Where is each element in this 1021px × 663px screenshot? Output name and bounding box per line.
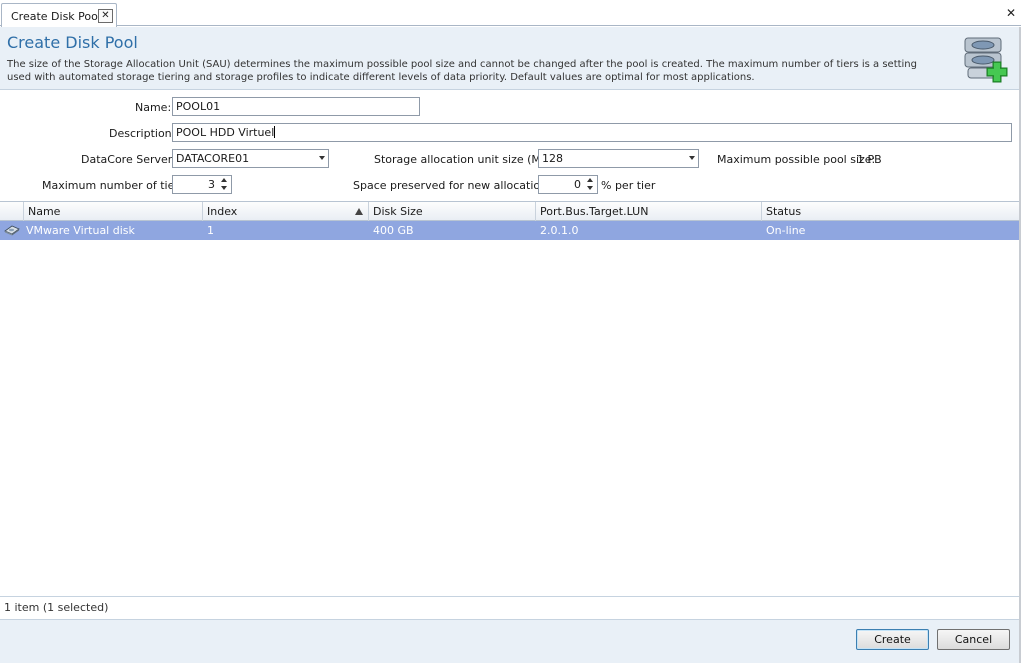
cell-index: 1: [207, 224, 214, 237]
text-caret: [274, 126, 276, 138]
selection-count: 1 item (1 selected): [4, 601, 109, 614]
page-title: Create Disk Pool: [7, 33, 138, 52]
tab-label: Create Disk Pool: [11, 10, 101, 23]
description-label: Description:: [109, 127, 176, 140]
sau-size-value: 128: [542, 152, 563, 165]
space-preserved-value: 0: [574, 178, 581, 191]
space-preserved-stepper[interactable]: 0: [538, 175, 598, 194]
header-banner: Create Disk Pool The size of the Storage…: [0, 27, 1021, 90]
sort-ascending-icon: [355, 208, 363, 215]
chevron-down-icon: [319, 156, 325, 160]
column-status[interactable]: Status: [762, 202, 1021, 221]
create-button[interactable]: Create: [856, 629, 929, 650]
button-bar: Create Cancel: [0, 619, 1021, 663]
status-bar: 1 item (1 selected): [0, 596, 1021, 618]
disk-pool-add-icon: [964, 37, 1008, 83]
space-preserved-label: Space preserved for new allocations:: [353, 179, 557, 192]
cell-name: VMware Virtual disk: [26, 224, 135, 237]
column-location[interactable]: Port.Bus.Target.LUN: [536, 202, 762, 221]
column-index[interactable]: Index: [203, 202, 369, 221]
spin-up-icon[interactable]: [221, 178, 227, 182]
cancel-button[interactable]: Cancel: [937, 629, 1010, 650]
datacore-server-label: DataCore Server:: [81, 153, 176, 166]
cell-disk-size: 400 GB: [373, 224, 414, 237]
tab-strip: Create Disk Pool ✕ ✕: [0, 0, 1021, 27]
spin-down-icon[interactable]: [221, 186, 227, 190]
tab-close-icon[interactable]: ✕: [98, 9, 113, 23]
max-tiers-value: 3: [208, 178, 215, 191]
name-input[interactable]: POOL01: [172, 97, 420, 116]
window-close-icon[interactable]: ✕: [1006, 6, 1016, 20]
chevron-down-icon: [689, 156, 695, 160]
datacore-server-value: DATACORE01: [176, 152, 250, 165]
max-pool-size-label: Maximum possible pool size:: [717, 153, 876, 166]
table-row[interactable]: VMware Virtual disk 1 400 GB 2.0.1.0 On-…: [0, 221, 1021, 240]
max-pool-size-value: 1 PB: [857, 153, 882, 166]
datacore-server-select[interactable]: DATACORE01: [172, 149, 329, 168]
tab-create-disk-pool[interactable]: Create Disk Pool ✕: [1, 3, 117, 27]
disk-table-header: Name Index Disk Size Port.Bus.Target.LUN…: [0, 201, 1021, 221]
max-tiers-label: Maximum number of tiers:: [42, 179, 189, 192]
virtual-disk-icon: [4, 225, 20, 236]
column-name[interactable]: Name: [24, 202, 203, 221]
column-index-label: Index: [207, 205, 238, 218]
sau-size-select[interactable]: 128: [538, 149, 699, 168]
cell-location: 2.0.1.0: [540, 224, 579, 237]
sau-size-label: Storage allocation unit size (MB):: [374, 153, 557, 166]
space-preserved-unit: % per tier: [601, 179, 656, 192]
name-label: Name:: [135, 101, 172, 114]
spin-down-icon[interactable]: [587, 186, 593, 190]
cell-status: On-line: [766, 224, 806, 237]
description-value: POOL HDD Virtuel: [176, 126, 275, 139]
description-input[interactable]: POOL HDD Virtuel: [172, 123, 1012, 142]
column-disk-size[interactable]: Disk Size: [369, 202, 536, 221]
spin-up-icon[interactable]: [587, 178, 593, 182]
column-icon[interactable]: [0, 202, 24, 221]
page-description: The size of the Storage Allocation Unit …: [7, 59, 917, 83]
max-tiers-stepper[interactable]: 3: [172, 175, 232, 194]
